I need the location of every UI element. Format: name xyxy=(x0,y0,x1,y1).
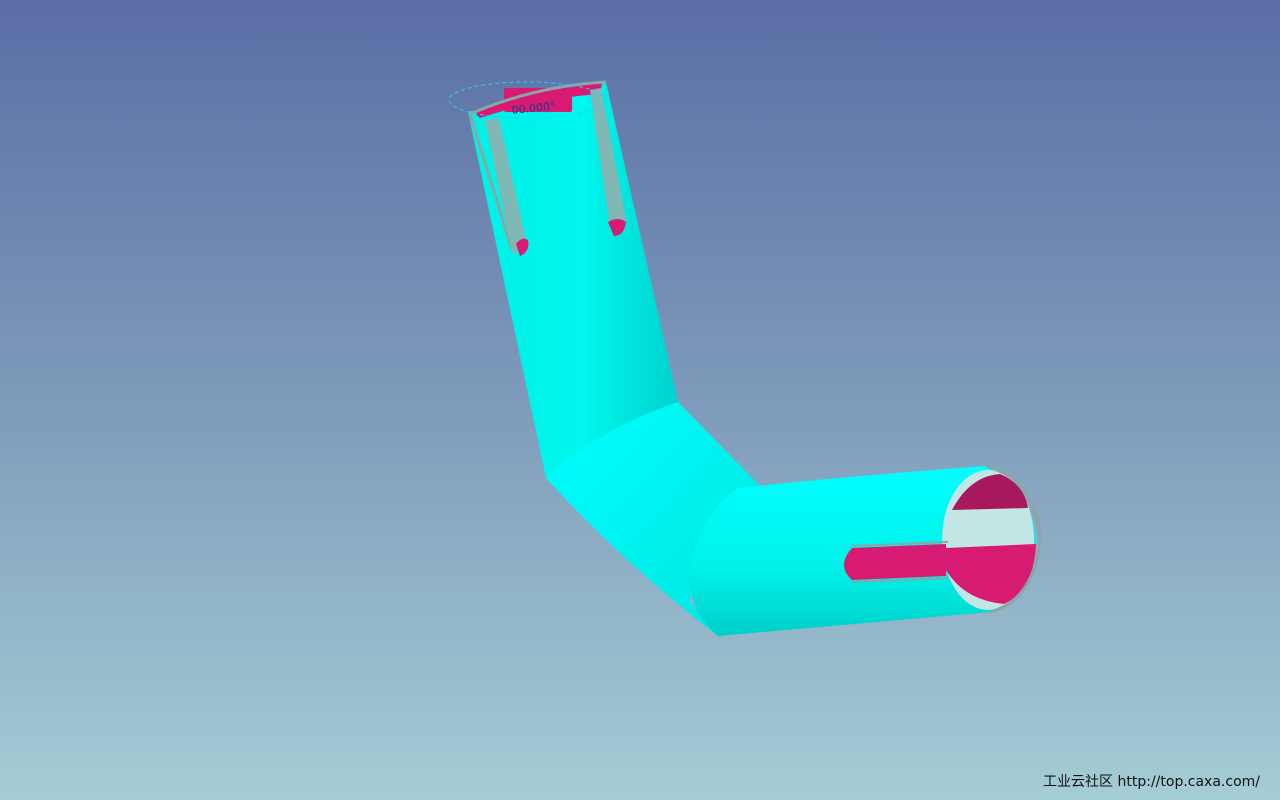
lower-pipe-slot[interactable] xyxy=(844,544,946,580)
watermark: 工业云社区 http://top.caxa.com/ xyxy=(1043,774,1260,790)
3d-viewport[interactable]: 00.000° 工业云社区 http://top.caxa.com/ xyxy=(0,0,1280,800)
model-scene[interactable]: 00.000° xyxy=(0,0,1280,800)
